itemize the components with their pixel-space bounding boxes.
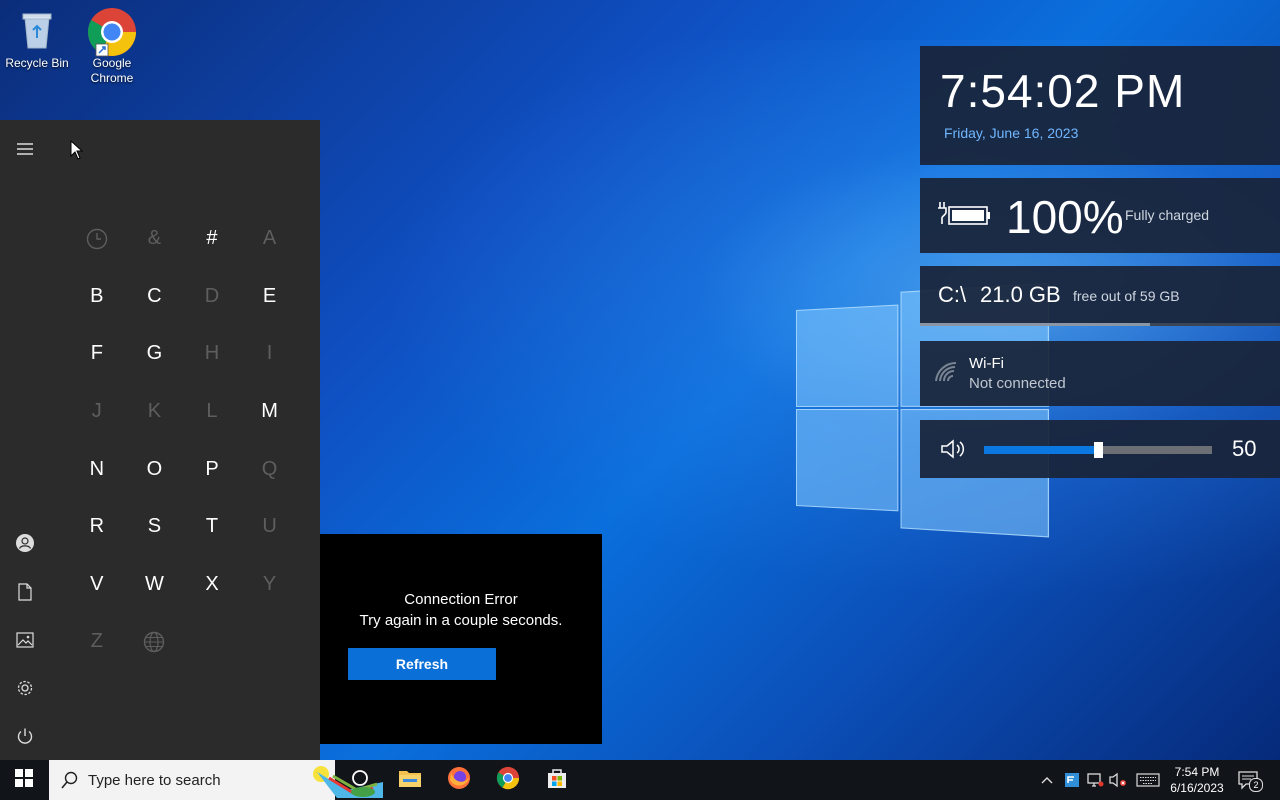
- disk-usage-fill: [920, 323, 1151, 326]
- notifications-icon[interactable]: 2: [1238, 770, 1263, 792]
- connection-error-title: Connection Error: [404, 591, 518, 608]
- store-bag-icon: [546, 767, 568, 794]
- power-icon[interactable]: [14, 725, 36, 747]
- start-menu: & # A B C D E F G H I J K L M N O P Q R S T U V W X Y Z: [0, 120, 320, 760]
- volume-slider-fill: [984, 446, 1098, 454]
- refresh-button[interactable]: Refresh: [348, 648, 496, 680]
- documents-icon[interactable]: [14, 581, 36, 603]
- disk-free-space: 21.0 GB: [980, 282, 1061, 307]
- letter-grid: & # A B C D E F G H I J K L M N O P Q R S T U V W X Y Z: [68, 210, 298, 671]
- recycle-bin-icon: [15, 8, 59, 52]
- task-view-button[interactable]: [336, 760, 384, 800]
- letter-index-item: &: [147, 227, 162, 250]
- battery-widget: 100% Fully charged: [920, 178, 1280, 253]
- letter-index-item[interactable]: X: [183, 556, 241, 614]
- volume-slider[interactable]: [984, 442, 1212, 458]
- clock-time: 7:54:02 PM: [940, 65, 1186, 117]
- volume-value: 50: [1232, 436, 1257, 461]
- disk-path: C:\: [938, 282, 967, 307]
- wifi-name: Wi-Fi: [969, 355, 1004, 372]
- taskbar-time: 7:54 PM: [1174, 765, 1220, 779]
- letter-index-item[interactable]: T: [183, 498, 241, 556]
- hamburger-menu-icon[interactable]: [16, 140, 34, 158]
- letter-index-item[interactable]: P: [183, 440, 241, 498]
- battery-status: Fully charged: [1125, 207, 1210, 223]
- taskbar-date: 6/16/2023: [1170, 781, 1224, 795]
- taskbar: Type here to search 7:54 PM 6/16/2023 2: [0, 760, 1280, 800]
- battery-percent: 100%: [1006, 191, 1124, 243]
- letter-index-item[interactable]: N: [68, 440, 126, 498]
- disk-widget: C:\ 21.0 GB free out of 59 GB: [920, 266, 1280, 326]
- wifi-status: Not connected: [969, 375, 1066, 392]
- letter-index-item[interactable]: W: [126, 556, 184, 614]
- taskbar-clock[interactable]: 7:54 PM 6/16/2023: [1162, 764, 1232, 796]
- taskbar-microsoft-store[interactable]: [533, 760, 581, 800]
- folder-icon: [398, 768, 422, 793]
- clock-widget: 7:54:02 PM Friday, June 16, 2023: [920, 46, 1280, 165]
- wifi-icon: [934, 361, 958, 388]
- notification-count-badge: 2: [1249, 778, 1263, 792]
- user-icon[interactable]: [14, 532, 36, 554]
- show-hidden-icons-chevron-up-icon[interactable]: [1037, 770, 1057, 790]
- clock-date: Friday, June 16, 2023: [944, 125, 1079, 141]
- letter-globe-icon: [126, 613, 184, 671]
- pictures-icon[interactable]: [14, 629, 36, 651]
- letter-index-item[interactable]: V: [68, 556, 126, 614]
- desktop-icon-google-chrome[interactable]: Google Chrome: [75, 8, 149, 86]
- desktop-icon-recycle-bin[interactable]: Recycle Bin: [0, 8, 74, 71]
- start-button[interactable]: [0, 760, 48, 800]
- letter-index-item: D: [204, 284, 220, 307]
- letter-index-item: K: [147, 400, 162, 423]
- desktop-icon-label: Recycle Bin: [5, 56, 69, 70]
- firefox-icon: [447, 766, 471, 795]
- letter-index-item[interactable]: B: [68, 268, 126, 326]
- wifi-widget: Wi-Fi Not connected: [920, 341, 1280, 406]
- letter-index-item[interactable]: C: [126, 268, 184, 326]
- battery-plug-icon: [936, 200, 992, 235]
- connection-error-message: Try again in a couple seconds.: [359, 612, 563, 629]
- taskbar-firefox[interactable]: [435, 760, 483, 800]
- letter-index-item: I: [266, 342, 273, 365]
- letter-index-item: J: [91, 400, 102, 423]
- letter-index-item[interactable]: S: [126, 498, 184, 556]
- taskbar-chrome[interactable]: [484, 760, 532, 800]
- letter-index-item[interactable]: M: [241, 383, 299, 441]
- volume-slider-thumb[interactable]: [1094, 442, 1103, 458]
- search-placeholder: Type here to search: [88, 772, 221, 789]
- letter-index-item[interactable]: O: [126, 440, 184, 498]
- letter-index-item[interactable]: G: [126, 325, 184, 383]
- windows-start-icon: [15, 768, 33, 792]
- taskbar-file-explorer[interactable]: [386, 760, 434, 800]
- desktop-icon-label: Google Chrome: [90, 56, 134, 85]
- letter-index-item: A: [262, 227, 277, 250]
- settings-gear-icon[interactable]: [14, 677, 36, 699]
- search-icon: [61, 771, 79, 794]
- taskbar-search-box[interactable]: Type here to search: [49, 760, 383, 800]
- mouse-cursor-icon: [70, 139, 84, 164]
- letter-index-item[interactable]: R: [68, 498, 126, 556]
- letter-index-item[interactable]: F: [68, 325, 126, 383]
- volume-widget: 50: [920, 420, 1280, 478]
- letter-index-item[interactable]: E: [241, 268, 299, 326]
- letter-index-item: Z: [90, 630, 103, 653]
- letter-index-item: H: [204, 342, 220, 365]
- disk-usage-bar: [920, 323, 1280, 326]
- tray-app-icon[interactable]: [1062, 770, 1082, 790]
- disk-total: free out of 59 GB: [1073, 288, 1180, 304]
- letter-index-item: Q: [261, 457, 278, 480]
- connection-error-panel: Connection Error Try again in a couple s…: [320, 534, 602, 744]
- cortana-circle-icon: [351, 769, 369, 792]
- speaker-icon[interactable]: [940, 438, 968, 465]
- letter-index-item: L: [206, 400, 218, 423]
- chrome-icon: [496, 766, 520, 795]
- network-icon[interactable]: [1085, 770, 1105, 790]
- volume-muted-icon[interactable]: [1108, 770, 1128, 790]
- touch-keyboard-icon[interactable]: [1136, 770, 1160, 790]
- chrome-icon: [87, 8, 136, 57]
- letter-index-item: Y: [262, 572, 277, 595]
- letter-index-item[interactable]: #: [183, 210, 241, 268]
- letter-index-item: U: [262, 515, 277, 538]
- letter-clock-icon: [68, 210, 126, 268]
